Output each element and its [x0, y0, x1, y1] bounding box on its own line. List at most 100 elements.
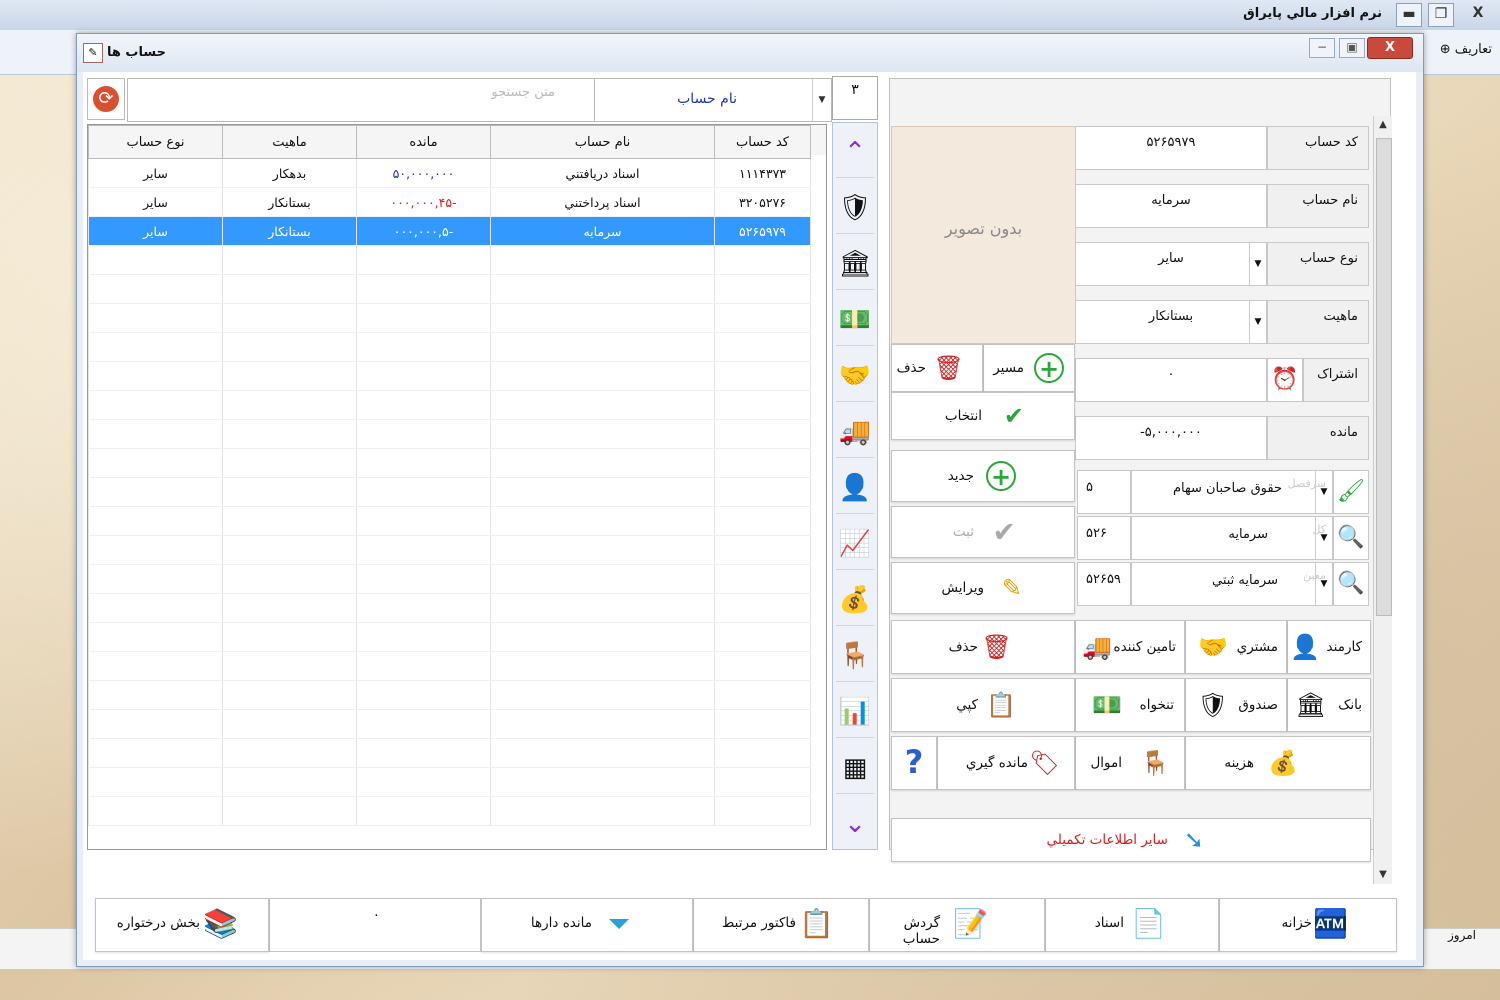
- more-info-button[interactable]: ساير اطلاعات تکميلي ➘: [891, 818, 1371, 862]
- type-select[interactable]: ساير ▼: [1075, 242, 1267, 286]
- table-header: کد حساب نام حساب مانده ماهيت نوع حساب: [88, 125, 811, 159]
- price-tag-icon: 🏷: [1029, 749, 1060, 777]
- trash-icon: 🗑: [933, 354, 964, 382]
- document-icon: 📄: [1131, 907, 1166, 940]
- restore-button[interactable]: ❐: [1428, 3, 1454, 27]
- chart-icon[interactable]: 📊: [836, 687, 874, 738]
- bank-icon[interactable]: 🏛: [836, 239, 874, 290]
- col-header-name[interactable]: نام حساب: [490, 125, 715, 159]
- share-label-text: اشتراک: [1317, 367, 1358, 382]
- search-icon[interactable]: 🔍: [1333, 516, 1369, 560]
- assets-button[interactable]: اموال 🪑: [1075, 736, 1185, 790]
- delete-button[interactable]: حذف 🗑: [891, 620, 1075, 674]
- search-field-select[interactable]: نام حساب ▼: [594, 78, 832, 122]
- fund-button[interactable]: صندوق 🛡: [1185, 678, 1287, 732]
- minimize-button[interactable]: ▬: [1396, 3, 1422, 27]
- cost-button[interactable]: هزينه 💰: [1185, 736, 1371, 790]
- imprest-icon[interactable]: 💵: [836, 295, 874, 346]
- arrow-down-icon: ➘: [1183, 826, 1204, 854]
- cell-code: ١١١۴٣٧٣: [714, 158, 811, 188]
- table-row[interactable]: ٣٢٠۵٢٧۶ اسناد پرداختني -۴۵,٠٠٠,٠٠٠ بستان…: [88, 187, 811, 217]
- trash-icon: 🗑: [981, 633, 1012, 661]
- help-button[interactable]: ?: [891, 736, 937, 790]
- customer-button[interactable]: مشتري 🤝: [1185, 620, 1287, 674]
- scroll-up-icon[interactable]: ⌃: [836, 127, 874, 178]
- employee-button[interactable]: کارمند 👤: [1287, 620, 1371, 674]
- table-row-selected[interactable]: ۵٢۶۵٩٧٩ سرمايه -۵,٠٠٠,٠٠٠ بستانکار ساير: [88, 216, 811, 246]
- dialog-maximize-button[interactable]: ▣: [1339, 38, 1365, 58]
- related-invoice-button[interactable]: فاکتور مرتبط 📋: [693, 898, 869, 952]
- dialog-close-button[interactable]: X: [1367, 37, 1413, 59]
- type-label-text: نوع حساب: [1299, 251, 1358, 266]
- scroll-thumb[interactable]: [1376, 138, 1392, 616]
- col-header-nature[interactable]: ماهيت: [222, 125, 357, 159]
- col-header-code[interactable]: کد حساب: [714, 125, 811, 159]
- nature-select[interactable]: بستانکار ▼: [1075, 300, 1267, 344]
- sarfasl-select[interactable]: سرفصل حقوق صاحبان سهام ▼: [1131, 470, 1333, 514]
- chevron-down-icon[interactable]: ▼: [1315, 471, 1332, 513]
- col-header-balance[interactable]: مانده: [356, 125, 491, 159]
- name-field[interactable]: سرمايه: [1075, 184, 1267, 228]
- menu-definitions[interactable]: تعاريف ⊕: [1440, 42, 1492, 57]
- nature-label-text: ماهيت: [1323, 309, 1358, 324]
- assets-icon[interactable]: 🪑: [836, 631, 874, 682]
- search-input[interactable]: متن جستجو: [127, 78, 596, 122]
- balancing-button[interactable]: مانده گيري 🏷: [937, 736, 1075, 790]
- bank-button[interactable]: بانک 🏛: [1287, 678, 1371, 732]
- turnover-button[interactable]: گردش حساب 📝: [869, 898, 1045, 952]
- income-icon[interactable]: 📈: [836, 519, 874, 570]
- code-field[interactable]: ۵٢۶۵٩٧٩: [1075, 126, 1267, 170]
- share-field[interactable]: ٠: [1075, 358, 1267, 402]
- supplier-button[interactable]: تامين کننده 🚚: [1075, 620, 1185, 674]
- checklist-icon: 📋: [799, 907, 834, 940]
- scroll-down-arrow-icon[interactable]: ▼: [1374, 866, 1392, 884]
- imprest-button[interactable]: تنخواه 💵: [1075, 678, 1185, 732]
- documents-button[interactable]: اسناد 📄: [1045, 898, 1219, 952]
- brush-icon[interactable]: 🖌: [1333, 470, 1369, 514]
- chevron-down-icon[interactable]: ▼: [1315, 563, 1332, 605]
- fund-label: صندوق: [1238, 697, 1278, 713]
- search-icon[interactable]: 🔍: [1333, 562, 1369, 606]
- customer-icon[interactable]: 🤝: [836, 351, 874, 402]
- balances-button[interactable]: مانده دارها ⏷: [481, 898, 693, 952]
- kol-select[interactable]: کل سرمايه ▼: [1131, 516, 1333, 560]
- image-delete-button[interactable]: حذف 🗑: [891, 344, 983, 392]
- details-scrollbar[interactable]: ▲ ▼: [1373, 116, 1392, 884]
- fund-icon[interactable]: 🛡: [836, 183, 874, 234]
- treasury-button[interactable]: خزانه 🏧: [1219, 898, 1397, 952]
- name-value: سرمايه: [1151, 193, 1191, 208]
- col-header-type[interactable]: نوع حساب: [88, 125, 223, 159]
- moein-select[interactable]: معين سرمايه ثبتي ▼: [1131, 562, 1333, 606]
- assets-label: اموال: [1090, 755, 1122, 771]
- close-button[interactable]: X: [1466, 3, 1490, 25]
- chevron-down-icon[interactable]: ▼: [1315, 517, 1332, 559]
- supplier-icon[interactable]: 🚚: [836, 407, 874, 458]
- scroll-up-arrow-icon[interactable]: ▲: [1374, 116, 1392, 134]
- alarm-clock-icon[interactable]: ⏰: [1267, 358, 1303, 402]
- select-button[interactable]: انتخاب ✔: [891, 392, 1075, 440]
- scroll-down-icon[interactable]: ⌄: [836, 799, 874, 849]
- save-button[interactable]: ثبت ✔: [891, 506, 1075, 558]
- refresh-button[interactable]: ⟳: [87, 78, 125, 120]
- dialog-minimize-button[interactable]: −: [1309, 38, 1335, 58]
- cost-icon[interactable]: 💰: [836, 575, 874, 626]
- image-path-button[interactable]: مسير +: [983, 344, 1075, 392]
- chevron-down-icon[interactable]: ▼: [1249, 243, 1266, 285]
- chevron-down-icon[interactable]: ▼: [812, 79, 831, 121]
- copy-button[interactable]: کپي 📋: [891, 678, 1075, 732]
- new-button[interactable]: جديد +: [891, 450, 1075, 502]
- excel-icon[interactable]: ▦: [836, 743, 874, 794]
- app-title: نرم افزار مالي پايراق: [1243, 6, 1382, 21]
- balancing-label: مانده گيري: [965, 755, 1028, 771]
- tree-section-button[interactable]: بخش درختواره 📚: [95, 898, 269, 952]
- handshake-icon: 🤝: [1198, 633, 1228, 661]
- share-label: اشتراک: [1303, 358, 1369, 402]
- kol-value: سرمايه: [1228, 527, 1268, 542]
- image-delete-label: حذف: [896, 360, 926, 376]
- employee-icon[interactable]: 👤: [836, 463, 874, 514]
- edit-button[interactable]: ويرايش ✎: [891, 562, 1075, 614]
- table-row[interactable]: ١١١۴٣٧٣ اسناد دريافتني ۵٠,٠٠٠,٠٠٠ بدهکار…: [88, 158, 811, 188]
- balance-label: مانده: [1267, 416, 1369, 460]
- customer-label: مشتري: [1236, 639, 1278, 655]
- chevron-down-icon[interactable]: ▼: [1249, 301, 1266, 343]
